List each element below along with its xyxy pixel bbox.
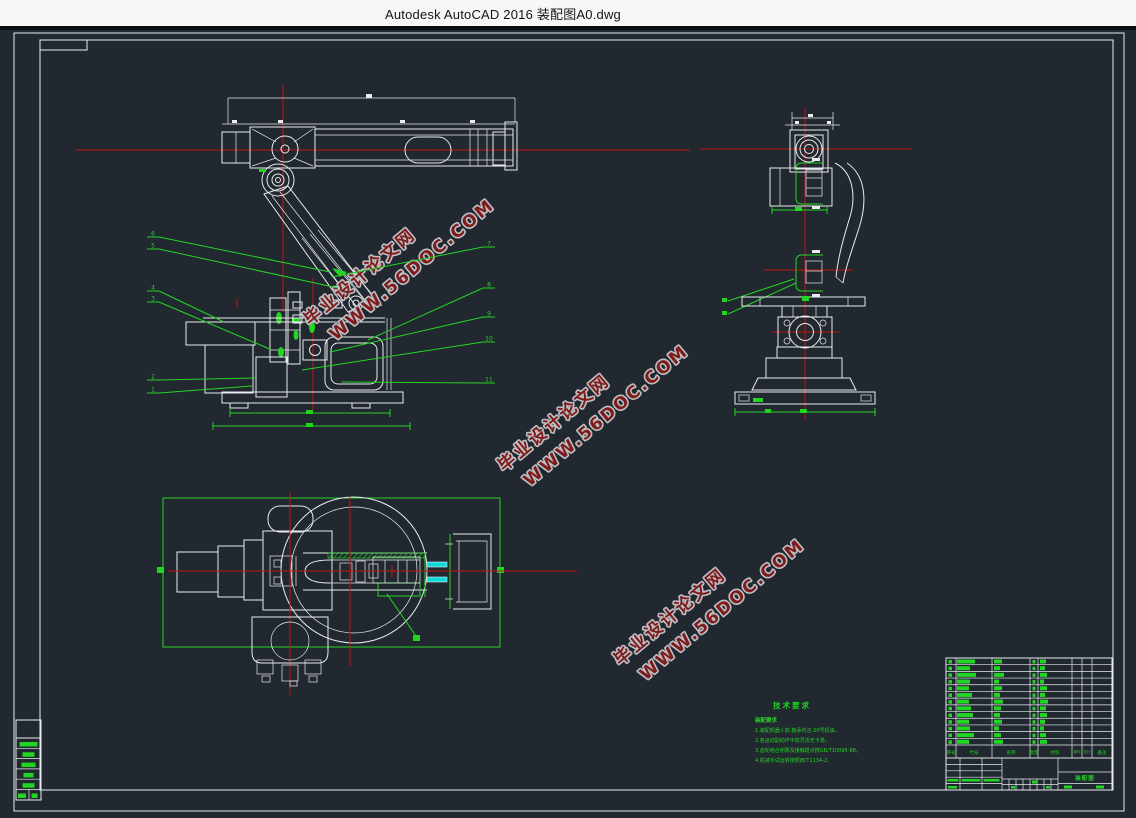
drawing-name: 装配图 <box>1075 774 1095 782</box>
svg-text:材料: 材料 <box>1051 749 1060 756</box>
frame-aux-table <box>16 720 41 800</box>
tech-req-subtitle: 装配要求 <box>755 716 778 724</box>
window-title: Autodesk AutoCAD 2016 装配图A0.dwg <box>385 4 621 23</box>
side-view <box>700 108 912 420</box>
cad-viewport[interactable]: 毕业设计论文网 WWW.56DOC.COM 毕业设计论文网 WWW.56DOC.… <box>0 0 1136 818</box>
top-view <box>157 492 577 695</box>
svg-text:7: 7 <box>487 241 491 248</box>
watermark-3: 毕业设计论文网 WWW.56DOC.COM <box>610 513 809 691</box>
bom-rows <box>949 660 1049 744</box>
tech-req-item: 3.齿轮啮合侧隙及接触斑点按GB/T10095-88。 <box>755 747 861 754</box>
svg-text:8: 8 <box>487 282 491 289</box>
svg-text:序号: 序号 <box>947 749 956 756</box>
watermark-2: 毕业设计论文网 WWW.56DOC.COM <box>494 319 693 497</box>
svg-text:数量: 数量 <box>1030 749 1039 756</box>
tech-req-item: 4.机械手试运转按照JB/T1134-2。 <box>755 757 832 764</box>
window-titlebar[interactable]: Autodesk AutoCAD 2016 装配图A0.dwg <box>0 0 1136 26</box>
svg-text:9: 9 <box>487 311 491 318</box>
window-edge <box>0 26 1136 30</box>
svg-text:5: 5 <box>151 243 155 250</box>
svg-text:名称: 名称 <box>1007 749 1016 756</box>
svg-text:单件: 单件 <box>1074 749 1082 754</box>
tech-req-title: 技术要求 <box>773 700 811 710</box>
svg-text:总计: 总计 <box>1084 749 1092 754</box>
svg-text:11: 11 <box>485 377 493 384</box>
svg-text:6: 6 <box>151 231 155 238</box>
technical-requirements: 技术要求 装配要求 1.装配机器人前,轴承内注-20号机油。 2.各运动副动作平… <box>755 700 861 764</box>
svg-text:10: 10 <box>485 336 493 343</box>
tech-req-item: 1.装配机器人前,轴承内注-20号机油。 <box>755 727 840 734</box>
title-block: 序号 代号 名称 数量 材料 单件 总计 备注 <box>946 658 1112 790</box>
svg-text:3: 3 <box>151 296 155 303</box>
autocad-window: Autodesk AutoCAD 2016 装配图A0.dwg <box>0 0 1136 818</box>
tech-req-item: 2.各运动副动作平稳灵活无卡滞。 <box>755 737 830 744</box>
svg-text:4: 4 <box>151 285 155 292</box>
watermark-1: 毕业设计论文网 WWW.56DOC.COM <box>300 173 499 351</box>
svg-text:代号: 代号 <box>970 749 979 756</box>
svg-text:1: 1 <box>151 387 155 394</box>
svg-text:备注: 备注 <box>1098 749 1107 756</box>
bom-headers: 序号 代号 名称 数量 材料 单件 总计 备注 <box>947 749 1107 756</box>
svg-text:2: 2 <box>151 374 155 381</box>
